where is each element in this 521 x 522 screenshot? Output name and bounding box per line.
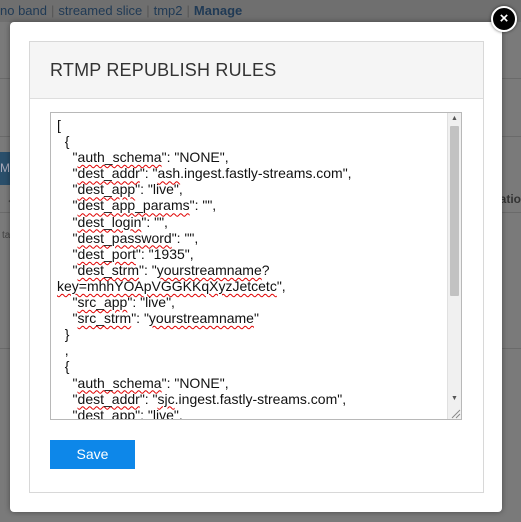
- save-button[interactable]: Save: [50, 440, 135, 469]
- scroll-up-arrow-icon[interactable]: ▲: [448, 113, 461, 125]
- modal-title: RTMP REPUBLISH RULES: [30, 42, 483, 99]
- rules-json-textarea[interactable]: [ { "auth_schema": "NONE", "dest_addr": …: [50, 112, 462, 420]
- background-breadcrumb: no band | streamed slice | tmp2 | Manage: [0, 0, 521, 22]
- textarea-scrollbar[interactable]: ▲ ▼: [447, 113, 461, 419]
- nav-item-no-band: no band: [0, 3, 47, 18]
- scrollbar-thumb[interactable]: [450, 126, 459, 296]
- scroll-down-arrow-icon[interactable]: ▼: [448, 393, 461, 405]
- nav-separator: |: [186, 3, 190, 18]
- republish-rules-modal: RTMP REPUBLISH RULES [ { "auth_schema": …: [10, 22, 502, 512]
- resize-grip-icon[interactable]: [448, 406, 461, 419]
- rules-panel: RTMP REPUBLISH RULES [ { "auth_schema": …: [29, 41, 484, 493]
- nav-item-manage: Manage: [193, 3, 243, 18]
- nav-item-tmp2: tmp2: [153, 3, 183, 18]
- nav-separator: |: [51, 3, 55, 18]
- rules-json-content[interactable]: [ { "auth_schema": "NONE", "dest_addr": …: [57, 117, 447, 419]
- background-column-label: atio: [499, 192, 521, 206]
- background-side-tab: M: [0, 152, 10, 185]
- close-icon[interactable]: ×: [491, 6, 517, 32]
- nav-item-streamed-slice: streamed slice: [58, 3, 143, 18]
- nav-separator: |: [146, 3, 150, 18]
